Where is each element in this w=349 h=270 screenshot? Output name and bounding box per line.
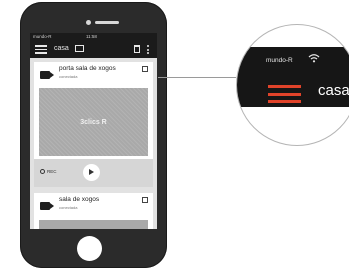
callout-connector	[158, 77, 236, 78]
camera-name: porta sala de xogos	[59, 65, 116, 72]
camera-card[interactable]: porta sala de xogos conectada 3clics R R…	[34, 62, 153, 187]
phone-frame: mundo-R 11:58 casa porta sala de xogos c…	[20, 2, 167, 268]
status-bar: mundo-R 11:58	[30, 33, 157, 40]
more-options-icon[interactable]	[147, 45, 149, 54]
menu-icon[interactable]	[35, 45, 47, 54]
edit-icon[interactable]	[142, 197, 148, 203]
gallery-icon[interactable]	[75, 45, 84, 52]
camera-icon	[40, 202, 50, 210]
wifi-icon	[308, 54, 320, 63]
video-watermark: 3clics R	[80, 119, 107, 126]
app-bar: casa	[30, 40, 157, 58]
camera-dot	[86, 20, 91, 25]
camera-status: conectada	[59, 205, 78, 210]
camera-status: conectada	[59, 74, 78, 79]
zoomed-app-bar: mundo-R casa	[237, 47, 349, 107]
camera-icon	[40, 71, 50, 79]
camera-name: sala de xogos	[59, 196, 100, 203]
video-preview[interactable]: 3clics R	[39, 88, 148, 156]
camera-card[interactable]: sala de xogos conectada	[34, 193, 153, 229]
rec-label: REC	[47, 169, 57, 174]
play-button[interactable]	[83, 164, 100, 181]
zoom-carrier-label: mundo-R	[266, 57, 293, 64]
trash-icon[interactable]	[134, 45, 140, 53]
edit-icon[interactable]	[142, 66, 148, 72]
record-icon	[40, 169, 45, 174]
speaker-grille	[95, 21, 119, 24]
zoom-app-title: casa	[318, 82, 349, 99]
zoom-menu-icon	[268, 85, 301, 103]
home-button[interactable]	[77, 236, 102, 261]
phone-screen: mundo-R 11:58 casa porta sala de xogos c…	[30, 33, 157, 229]
carrier-label: mundo-R	[33, 34, 52, 39]
playback-controls: REC	[34, 159, 153, 187]
rec-button[interactable]: REC	[40, 169, 57, 174]
app-title: casa	[54, 45, 69, 52]
video-preview[interactable]	[39, 220, 148, 229]
clock: 11:58	[86, 34, 97, 39]
zoom-callout: mundo-R casa	[236, 24, 349, 146]
